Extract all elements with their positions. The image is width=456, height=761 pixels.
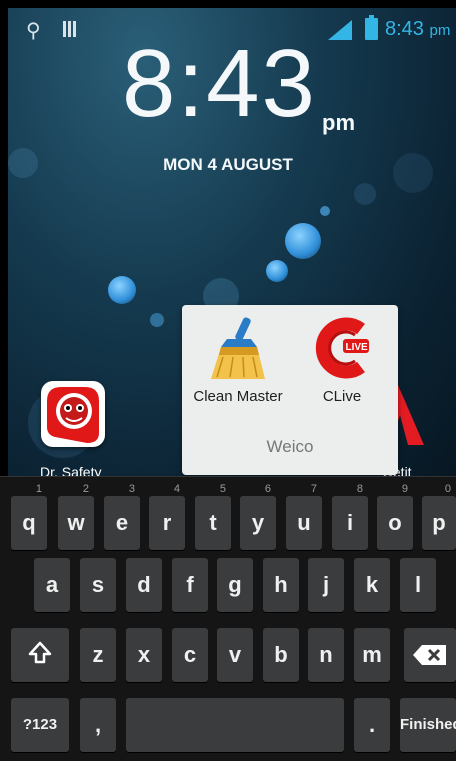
key-label: y [251, 510, 265, 535]
comma-key[interactable]: , [80, 698, 116, 752]
battery-icon [365, 15, 378, 40]
finished-key[interactable]: Finished [400, 698, 456, 752]
key-hint: 7 [310, 483, 317, 495]
clean-master-app[interactable]: Clean Master [188, 317, 288, 405]
key-label: p [432, 510, 446, 535]
soft-keyboard: 1q 2w 3e 4r 5t 6y 7u 8i 9o 0p a s d f g … [0, 476, 456, 761]
key-hint: 6 [264, 483, 271, 495]
backspace-icon [413, 645, 446, 665]
broom-icon [211, 317, 265, 379]
key-k[interactable]: k [354, 558, 390, 612]
clive-label: CLive [322, 388, 362, 405]
key-t[interactable]: 5t [195, 483, 231, 550]
key-n[interactable]: n [308, 628, 344, 682]
key-p[interactable]: 0p [422, 483, 456, 550]
storage-icon [63, 21, 77, 37]
key-c[interactable]: c [172, 628, 208, 682]
status-time: 8:43 pm [385, 18, 450, 41]
key-a[interactable]: a [34, 558, 70, 612]
key-hint: 3 [128, 483, 135, 495]
android-screen: ⚲ 8:43 pm 8:43 pm MON 4 AUGUST Dr. Safet… [0, 0, 456, 761]
shift-key[interactable] [11, 628, 69, 682]
key-v[interactable]: v [217, 628, 253, 682]
key-hint: 2 [82, 483, 89, 495]
period-key[interactable]: . [354, 698, 390, 752]
space-key[interactable] [126, 698, 344, 752]
wallpaper-bubble [285, 223, 321, 259]
key-h[interactable]: h [263, 558, 299, 612]
key-l[interactable]: l [400, 558, 436, 612]
symbols-key[interactable]: ?123 [11, 698, 69, 752]
dr-safety-app-icon[interactable] [41, 381, 105, 447]
clean-master-label: Clean Master [193, 388, 283, 405]
key-w[interactable]: 2w [58, 483, 94, 550]
folder-name[interactable]: Weico [182, 437, 398, 457]
clive-icon: LIVE [315, 317, 369, 379]
key-z[interactable]: z [80, 628, 116, 682]
svg-text:LIVE: LIVE [346, 342, 369, 353]
wallpaper-bubble [150, 313, 164, 327]
wallpaper-bubble [320, 206, 330, 216]
key-hint: 9 [401, 483, 408, 495]
key-label: t [209, 510, 217, 535]
key-y[interactable]: 6y [240, 483, 276, 550]
key-e[interactable]: 3e [104, 483, 140, 550]
delete-key[interactable] [404, 628, 456, 682]
signal-icon [328, 20, 352, 40]
key-label: q [22, 510, 36, 535]
key-s[interactable]: s [80, 558, 116, 612]
folder-popup: Clean Master LIVE CLive Weico [182, 305, 398, 475]
dr-safety-logo-icon [47, 387, 99, 443]
key-hint: 4 [173, 483, 180, 495]
key-i[interactable]: 8i [332, 483, 368, 550]
clock-ampm: pm [322, 110, 355, 135]
key-hint: 0 [444, 483, 451, 495]
wallpaper-bubble [354, 183, 376, 205]
key-label: r [162, 510, 172, 535]
clock-time: 8:43 [122, 30, 317, 137]
wallpaper-bubble [108, 276, 136, 304]
clock-date: MON 4 AUGUST [163, 155, 293, 174]
key-u[interactable]: 7u [286, 483, 322, 550]
key-f[interactable]: f [172, 558, 208, 612]
key-label: o [388, 510, 402, 535]
key-j[interactable]: j [308, 558, 344, 612]
key-b[interactable]: b [263, 628, 299, 682]
key-q[interactable]: 1q [11, 483, 47, 550]
usb-icon: ⚲ [26, 20, 41, 42]
status-time-value: 8:43 [385, 18, 424, 40]
key-o[interactable]: 9o [377, 483, 413, 550]
shift-icon [28, 641, 52, 664]
key-label: i [346, 510, 354, 535]
key-d[interactable]: d [126, 558, 162, 612]
key-r[interactable]: 4r [149, 483, 185, 550]
key-g[interactable]: g [217, 558, 253, 612]
clive-app[interactable]: LIVE CLive [292, 317, 392, 405]
key-hint: 8 [356, 483, 363, 495]
status-time-ampm: pm [429, 22, 451, 39]
key-label: u [297, 510, 311, 535]
key-label: e [115, 510, 129, 535]
key-x[interactable]: x [126, 628, 162, 682]
key-hint: 1 [35, 483, 42, 495]
key-hint: 5 [219, 483, 226, 495]
key-m[interactable]: m [354, 628, 390, 682]
key-label: w [67, 510, 85, 535]
wallpaper-bubble [266, 260, 288, 282]
